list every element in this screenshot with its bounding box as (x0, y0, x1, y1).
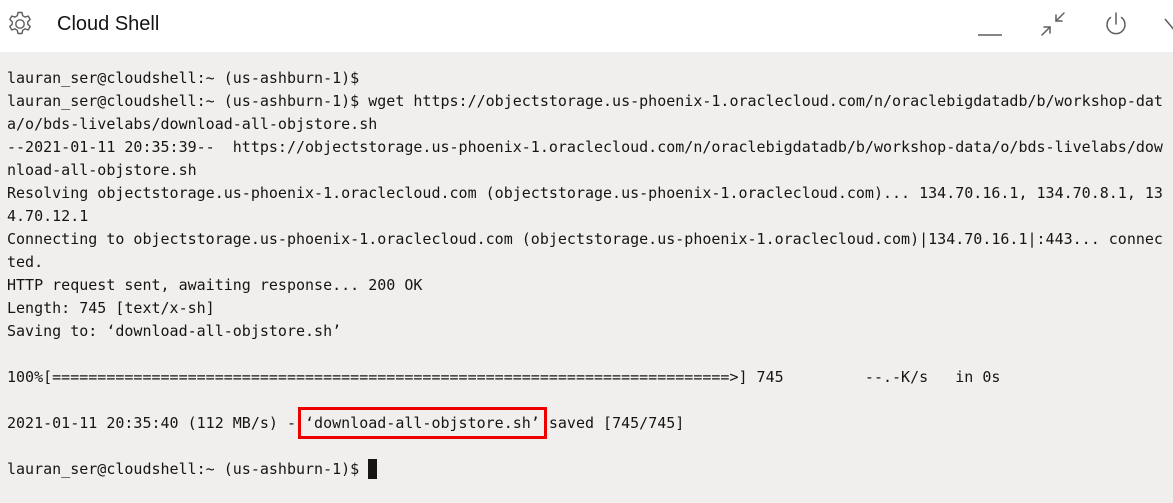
minimize-icon[interactable] (975, 9, 1005, 39)
saved-suffix: saved [745/745] (539, 414, 685, 432)
terminal-line: Length: 745 [text/x-sh] (7, 299, 215, 317)
terminal-line: HTTP request sent, awaiting response... … (7, 276, 423, 294)
gear-icon[interactable] (5, 9, 35, 39)
restore-icon[interactable] (1038, 9, 1068, 39)
cloud-shell-titlebar: Cloud Shell (0, 0, 1173, 52)
terminal-line: a/o/bds-livelabs/download-all-objstore.s… (7, 115, 378, 133)
terminal-line: Connecting to objectstorage.us-phoenix-1… (7, 230, 1163, 248)
saved-filename-highlight: ‘download-all-objstore.sh’ (298, 407, 547, 439)
shell-prompt: lauran_ser@cloudshell:~ (us-ashburn-1)$ (7, 460, 369, 478)
close-icon[interactable] (1163, 17, 1173, 39)
terminal-output[interactable]: lauran_ser@cloudshell:~ (us-ashburn-1)$ … (0, 52, 1173, 503)
terminal-cursor (368, 459, 378, 479)
terminal-line: Resolving objectstorage.us-phoenix-1.ora… (7, 184, 1163, 202)
progress-line: 100%[===================================… (7, 368, 1001, 386)
power-icon[interactable] (1101, 9, 1131, 39)
terminal-line: Saving to: ‘download-all-objstore.sh’ (7, 322, 342, 340)
terminal-line: 4.70.12.1 (7, 207, 89, 225)
saved-line: 2021-01-11 20:35:40 (112 MB/s) - ‘downlo… (7, 407, 685, 439)
window-title: Cloud Shell (57, 13, 160, 35)
terminal-line: lauran_ser@cloudshell:~ (us-ashburn-1)$ … (7, 92, 1163, 110)
terminal-line: lauran_ser@cloudshell:~ (us-ashburn-1)$ (7, 69, 360, 87)
saved-prefix: 2021-01-11 20:35:40 (112 MB/s) - (7, 414, 306, 432)
terminal-line: nload-all-objstore.sh (7, 161, 197, 179)
terminal-line: ted. (7, 253, 44, 271)
terminal-line: --2021-01-11 20:35:39-- https://objectst… (7, 138, 1163, 156)
prompt-line[interactable]: lauran_ser@cloudshell:~ (us-ashburn-1)$ (7, 459, 378, 479)
